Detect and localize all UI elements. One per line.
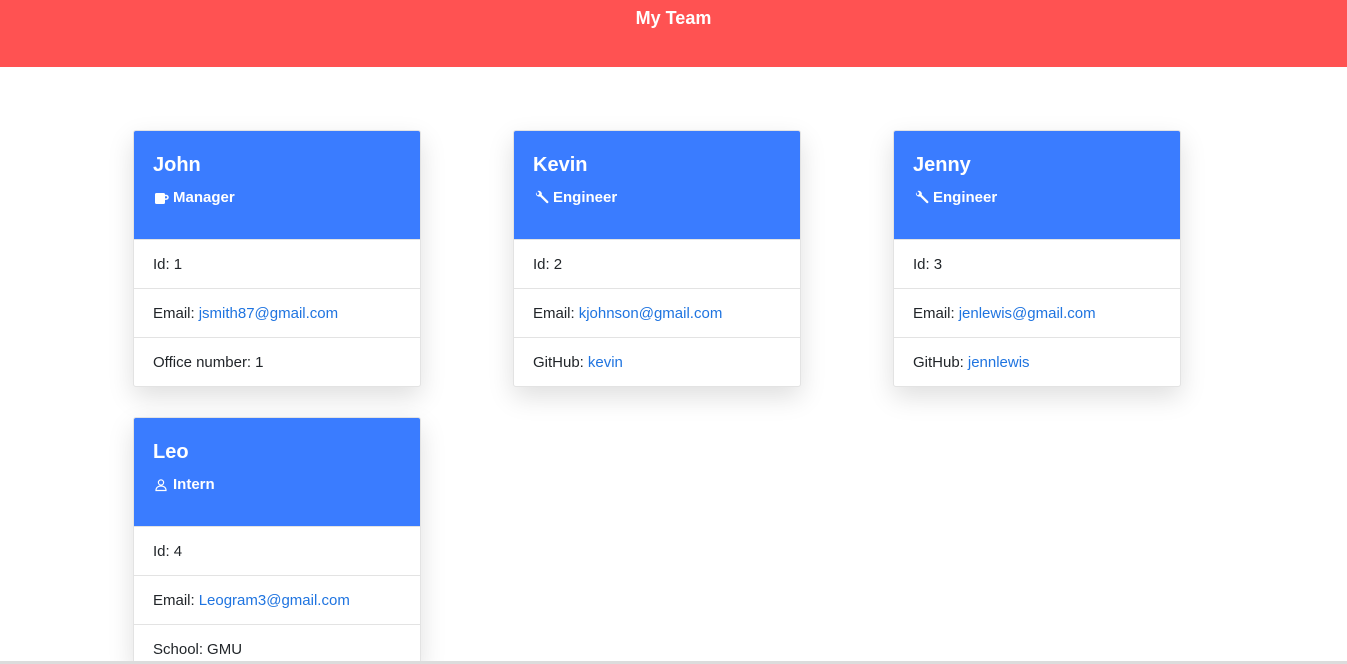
id-row: Id: 4 bbox=[134, 526, 420, 575]
card-header: Jenny Engineer bbox=[894, 131, 1180, 239]
id-label: Id: bbox=[533, 255, 550, 273]
employee-role: Engineer bbox=[533, 188, 617, 208]
employee-role: Manager bbox=[153, 188, 235, 208]
email-label: Email: bbox=[533, 304, 575, 322]
office-number-value: 1 bbox=[255, 353, 264, 371]
email-row: Email: jsmith87@gmail.com bbox=[134, 288, 420, 337]
github-link[interactable]: kevin bbox=[588, 354, 623, 371]
employee-card-leo: Leo Intern Id: 4 Email: Leogram3@gmail.c… bbox=[133, 417, 421, 664]
header-banner: My Team bbox=[0, 0, 1347, 67]
id-value: 3 bbox=[933, 255, 943, 273]
employee-card-kevin: Kevin Engineer Id: 2 Email: kjohnson@gma… bbox=[513, 130, 801, 387]
id-row: Id: 2 bbox=[514, 239, 800, 288]
page-title: My Team bbox=[635, 8, 712, 28]
email-row: Email: Leogram3@gmail.com bbox=[134, 575, 420, 624]
employee-name: John bbox=[153, 154, 201, 176]
id-row: Id: 1 bbox=[134, 239, 420, 288]
card-header: Leo Intern bbox=[134, 418, 420, 526]
id-label: Id: bbox=[913, 255, 930, 273]
office-number-label: Office number: bbox=[153, 353, 252, 371]
school-label: School: bbox=[153, 640, 204, 658]
id-label: Id: bbox=[153, 255, 170, 273]
id-value: 2 bbox=[553, 255, 563, 273]
github-label: GitHub: bbox=[913, 353, 964, 371]
github-row: GitHub: jennlewis bbox=[894, 337, 1180, 386]
email-link[interactable]: kjohnson@gmail.com bbox=[579, 305, 723, 322]
email-label: Email: bbox=[153, 591, 195, 609]
employee-card-john: John Manager Id: 1 Email: jsmith87@gmail… bbox=[133, 130, 421, 387]
employee-role: Engineer bbox=[913, 188, 997, 208]
role-label: Engineer bbox=[933, 189, 998, 206]
card-header: John Manager bbox=[134, 131, 420, 239]
mug-icon bbox=[153, 190, 169, 206]
email-label: Email: bbox=[913, 304, 955, 322]
github-label: GitHub: bbox=[533, 353, 584, 371]
wrench-icon bbox=[913, 190, 929, 206]
school-row: School: GMU bbox=[134, 624, 420, 664]
role-label: Engineer bbox=[553, 189, 618, 206]
id-value: 1 bbox=[173, 255, 183, 273]
github-row: GitHub: kevin bbox=[514, 337, 800, 386]
employee-name: Leo bbox=[153, 441, 189, 463]
email-label: Email: bbox=[153, 304, 195, 322]
role-label: Intern bbox=[173, 476, 215, 493]
employee-card-jenny: Jenny Engineer Id: 3 Email: jenlewis@gma… bbox=[893, 130, 1181, 387]
role-label: Manager bbox=[173, 189, 235, 206]
employee-role: Intern bbox=[153, 475, 215, 495]
email-row: Email: jenlewis@gmail.com bbox=[894, 288, 1180, 337]
id-row: Id: 3 bbox=[894, 239, 1180, 288]
employee-name: Kevin bbox=[533, 154, 588, 176]
github-link[interactable]: jennlewis bbox=[968, 354, 1030, 371]
email-link[interactable]: jenlewis@gmail.com bbox=[959, 305, 1096, 322]
email-link[interactable]: Leogram3@gmail.com bbox=[199, 592, 350, 609]
card-header: Kevin Engineer bbox=[514, 131, 800, 239]
office-number-row: Office number: 1 bbox=[134, 337, 420, 386]
id-value: 4 bbox=[173, 542, 183, 560]
email-link[interactable]: jsmith87@gmail.com bbox=[199, 305, 338, 322]
school-value: GMU bbox=[207, 640, 243, 658]
email-row: Email: kjohnson@gmail.com bbox=[514, 288, 800, 337]
wrench-icon bbox=[533, 190, 549, 206]
employee-name: Jenny bbox=[913, 154, 971, 176]
person-icon bbox=[153, 477, 169, 493]
id-label: Id: bbox=[153, 542, 170, 560]
